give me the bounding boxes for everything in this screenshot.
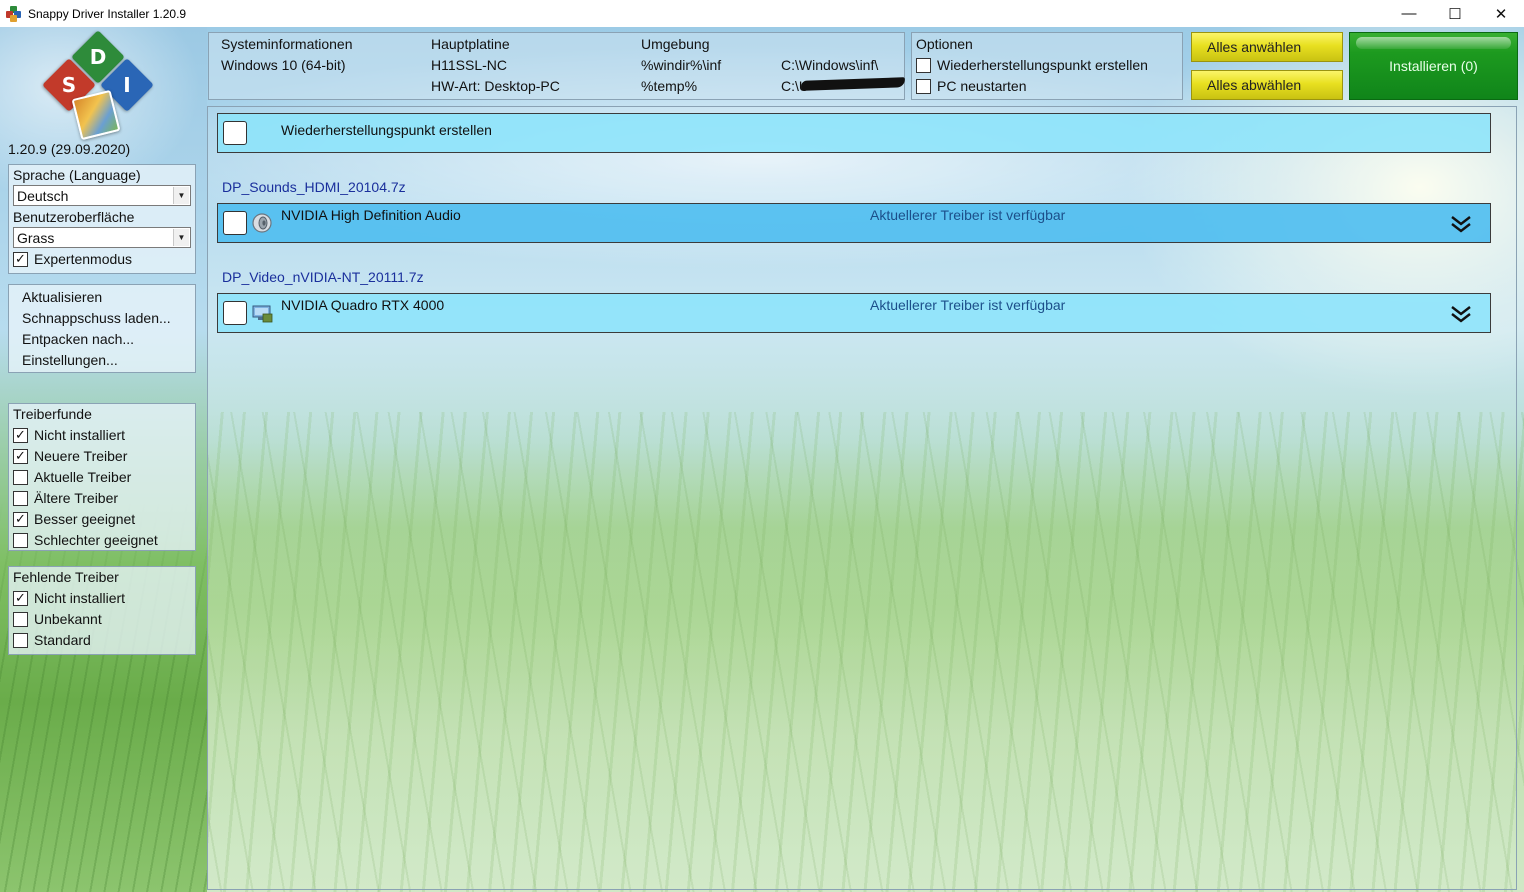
filter-missing-checkbox[interactable]: Standard bbox=[13, 631, 91, 649]
filter-found-checkbox[interactable]: Ältere Treiber bbox=[13, 489, 118, 507]
environment-header: Umgebung bbox=[641, 36, 710, 52]
chevron-down-icon: ▼ bbox=[173, 229, 189, 246]
restore-point-row[interactable]: Wiederherstellungspunkt erstellen bbox=[217, 113, 1491, 153]
settings-panel: Sprache (Language) Deutsch ▼ Benutzerobe… bbox=[8, 164, 196, 274]
sysinfo-header: Systeminformationen bbox=[221, 36, 353, 52]
speaker-icon bbox=[252, 213, 272, 233]
chevron-down-icon: ▼ bbox=[173, 187, 189, 204]
version-label: 1.20.9 (29.09.2020) bbox=[8, 141, 131, 157]
system-info-panel: Systeminformationen Windows 10 (64-bit) … bbox=[208, 32, 906, 100]
driver-row[interactable]: NVIDIA Quadro RTX 4000 Aktuellerer Treib… bbox=[217, 293, 1491, 333]
select-all-button[interactable]: Alles anwählen bbox=[1191, 32, 1343, 62]
filter-missing-label: Standard bbox=[34, 632, 91, 648]
os-value: Windows 10 (64-bit) bbox=[221, 57, 346, 73]
package-label: DP_Sounds_HDMI_20104.7z bbox=[222, 179, 406, 195]
checkbox-box[interactable] bbox=[916, 57, 931, 73]
filter-missing-label: Nicht installiert bbox=[34, 590, 126, 606]
options-panel: Optionen Wiederherstellungspunkt erstell… bbox=[911, 32, 1183, 100]
checkbox-box[interactable]: ✓ bbox=[13, 251, 28, 267]
filter-found-label: Aktuelle Treiber bbox=[34, 469, 132, 485]
filter-missing-label: Unbekannt bbox=[34, 611, 102, 627]
redaction-mark bbox=[800, 77, 906, 91]
driver-checkbox[interactable] bbox=[223, 301, 247, 325]
options-title: Optionen bbox=[916, 36, 973, 52]
theme-label: Benutzeroberfläche bbox=[13, 209, 135, 225]
language-select[interactable]: Deutsch ▼ bbox=[13, 185, 191, 206]
filter-found-label: Besser geeignet bbox=[34, 511, 136, 527]
checkbox-box[interactable]: ✓ bbox=[13, 427, 28, 443]
menu-refresh[interactable]: Aktualisieren bbox=[22, 289, 102, 305]
minimize-button[interactable]: — bbox=[1386, 0, 1432, 27]
filter-found-label: Neuere Treiber bbox=[34, 448, 128, 464]
filters-missing-title: Fehlende Treiber bbox=[13, 569, 119, 585]
driver-checkbox[interactable] bbox=[223, 211, 247, 235]
language-label: Sprache (Language) bbox=[13, 167, 141, 183]
checkbox-box[interactable]: ✓ bbox=[13, 511, 28, 527]
filter-found-label: Ältere Treiber bbox=[34, 490, 119, 506]
env-temp-key: %temp% bbox=[641, 78, 698, 94]
expert-mode-checkbox[interactable]: ✓ Expertenmodus bbox=[13, 250, 132, 268]
theme-select[interactable]: Grass ▼ bbox=[13, 227, 191, 248]
env-windir-key: %windir%\inf bbox=[641, 57, 722, 73]
driver-name: NVIDIA Quadro RTX 4000 bbox=[281, 297, 445, 313]
expand-chevron-icon[interactable] bbox=[1450, 214, 1472, 234]
driver-status: Aktuellerer Treiber ist verfügbar bbox=[870, 207, 1066, 223]
env-windir-value: C:\Windows\inf\ bbox=[781, 57, 879, 73]
filter-found-checkbox[interactable]: Schlechter geeignet bbox=[13, 531, 158, 549]
menu-panel: Aktualisieren Schnappschuss laden... Ent… bbox=[8, 284, 196, 373]
maximize-button[interactable]: ☐ bbox=[1432, 0, 1478, 27]
checkbox-box[interactable]: ✓ bbox=[13, 590, 28, 606]
option-restore-point-checkbox[interactable]: Wiederherstellungspunkt erstellen bbox=[916, 56, 1148, 74]
board-header: Hauptplatine bbox=[431, 36, 510, 52]
filter-missing-checkbox[interactable]: Unbekannt bbox=[13, 610, 102, 628]
restore-point-checkbox[interactable] bbox=[223, 121, 247, 145]
filters-found-title: Treiberfunde bbox=[13, 406, 92, 422]
display-adapter-icon bbox=[252, 305, 273, 323]
checkbox-box[interactable] bbox=[13, 490, 28, 506]
filter-found-label: Nicht installiert bbox=[34, 427, 126, 443]
checkbox-box[interactable] bbox=[13, 532, 28, 548]
menu-settings[interactable]: Einstellungen... bbox=[22, 352, 118, 368]
package-label: DP_Video_nVIDIA-NT_20111.7z bbox=[222, 269, 424, 285]
filter-found-checkbox[interactable]: ✓ Nicht installiert bbox=[13, 426, 125, 444]
restore-point-label: Wiederherstellungspunkt erstellen bbox=[281, 122, 492, 138]
filter-found-checkbox[interactable]: ✓ Besser geeignet bbox=[13, 510, 135, 528]
sdi-logo: D S I bbox=[42, 30, 154, 141]
driver-row[interactable]: NVIDIA High Definition Audio Aktuellerer… bbox=[217, 203, 1491, 243]
app-icon bbox=[6, 5, 22, 22]
filter-found-checkbox[interactable]: Aktuelle Treiber bbox=[13, 468, 131, 486]
menu-extract-to[interactable]: Entpacken nach... bbox=[22, 331, 134, 347]
filters-found-panel: Treiberfunde ✓ Nicht installiert ✓ Neuere T… bbox=[8, 403, 196, 551]
checkbox-box[interactable]: ✓ bbox=[13, 448, 28, 464]
deselect-all-button[interactable]: Alles abwählen bbox=[1191, 70, 1343, 100]
install-button[interactable]: Installieren (0) bbox=[1349, 32, 1518, 100]
board-value: H11SSL-NC bbox=[431, 57, 507, 73]
filter-missing-checkbox[interactable]: ✓ Nicht installiert bbox=[13, 589, 125, 607]
checkbox-box[interactable] bbox=[13, 632, 28, 648]
title-bar: Snappy Driver Installer 1.20.9 — ☐ ✕ bbox=[0, 0, 1524, 27]
filter-found-label: Schlechter geeignet bbox=[34, 532, 158, 548]
option-restart-pc-checkbox[interactable]: PC neustarten bbox=[916, 77, 1027, 95]
filter-found-checkbox[interactable]: ✓ Neuere Treiber bbox=[13, 447, 127, 465]
checkbox-box[interactable] bbox=[13, 611, 28, 627]
expand-chevron-icon[interactable] bbox=[1450, 304, 1472, 324]
driver-name: NVIDIA High Definition Audio bbox=[281, 207, 461, 223]
checkbox-box[interactable] bbox=[916, 78, 931, 94]
filters-missing-panel: Fehlende Treiber ✓ Nicht installiert Unbek… bbox=[8, 566, 196, 655]
checkbox-box[interactable] bbox=[13, 469, 28, 485]
hw-type-value: HW-Art: Desktop-PC bbox=[431, 78, 560, 94]
window-title: Snappy Driver Installer 1.20.9 bbox=[28, 6, 187, 21]
close-button[interactable]: ✕ bbox=[1478, 0, 1524, 27]
driver-status: Aktuellerer Treiber ist verfügbar bbox=[870, 297, 1066, 313]
menu-load-snapshot[interactable]: Schnappschuss laden... bbox=[22, 310, 171, 326]
